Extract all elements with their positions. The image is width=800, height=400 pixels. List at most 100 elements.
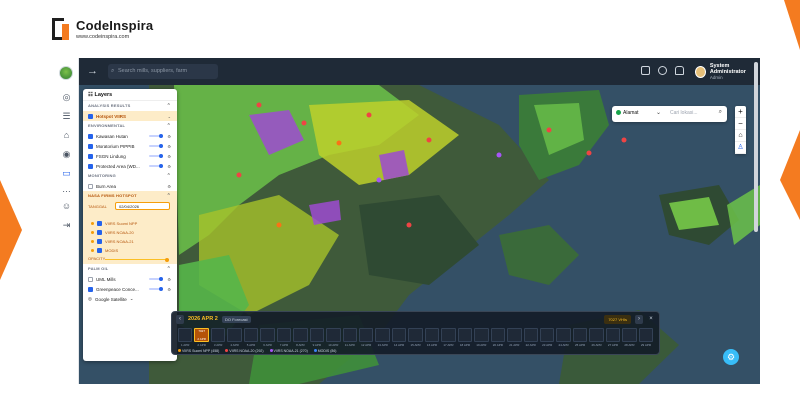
timeline-bar[interactable] — [589, 328, 604, 342]
checkbox[interactable] — [88, 183, 93, 189]
timeline-bar[interactable] — [210, 328, 226, 342]
layer-hotspot-viirs[interactable]: Hotspot VIIRS ⌄ — [83, 111, 177, 121]
timeline-bar[interactable] — [572, 328, 588, 342]
section-monitoring[interactable]: MONITORING ⌃ — [83, 171, 177, 181]
layer-env-1[interactable]: Moratorium PIPPIB ⚙ — [83, 141, 177, 151]
timeline-bar[interactable] — [293, 328, 308, 342]
factory-icon[interactable]: ⌂ — [61, 130, 72, 141]
checkbox[interactable] — [88, 286, 93, 292]
timeline-bar[interactable] — [457, 328, 473, 342]
timeline-bar[interactable] — [342, 328, 357, 342]
timeline-bar[interactable] — [605, 328, 621, 342]
layer-burn-area[interactable]: Burn Area ⚙ — [83, 181, 177, 191]
section-environmental[interactable]: ENVIRONMENTAL ⌃ — [83, 121, 177, 131]
settings-icon[interactable]: ⚙ — [167, 277, 171, 282]
layer-env-2[interactable]: FSGN Lindung ⚙ — [83, 151, 177, 161]
map-canvas[interactable]: ☷ Layers ANALYSIS RESULTS ⌃ Hotspot VIIRS… — [79, 85, 760, 384]
search-icon[interactable]: ⌕ — [719, 109, 722, 116]
timeline-bar[interactable] — [309, 328, 325, 342]
hotspot-source-1[interactable]: VIIRS NOAA-20 — [83, 228, 177, 237]
settings-icon[interactable]: ⚙ — [167, 287, 171, 292]
timeline-bar[interactable] — [375, 328, 390, 342]
opacity-slider[interactable] — [149, 277, 163, 281]
hotspot-source-2[interactable]: VIIRS NOAA-21 — [83, 237, 177, 246]
settings-icon[interactable]: ⚙ — [167, 184, 171, 189]
checkbox[interactable] — [88, 276, 93, 282]
timeline-bar[interactable] — [507, 328, 522, 342]
opacity-slider[interactable] — [149, 134, 163, 138]
timeline-bar[interactable] — [326, 328, 341, 342]
basemap-select[interactable]: ◎ Google Satellite ⌄ — [83, 294, 177, 304]
hotspot-source-3[interactable]: MODIS — [83, 246, 177, 255]
minus-icon[interactable]: − — [735, 118, 746, 130]
user-menu[interactable]: System Administrator Admin — [695, 63, 760, 80]
timeline-bar[interactable] — [260, 328, 275, 342]
place-type-select[interactable]: Alamat — [616, 110, 639, 116]
moon-icon[interactable] — [658, 66, 667, 75]
checkbox[interactable] — [88, 163, 93, 169]
close-icon[interactable]: × — [647, 315, 655, 324]
timeline-bar[interactable] — [638, 328, 654, 342]
bell-icon[interactable] — [675, 66, 684, 75]
timeline-bar[interactable] — [523, 328, 538, 342]
timeline-bar[interactable] — [539, 328, 555, 342]
logout-icon[interactable]: ⇥ — [61, 220, 72, 231]
date-input[interactable]: 02/04/2026 — [115, 202, 170, 210]
user-icon[interactable]: ☺ — [61, 201, 72, 212]
gear-icon[interactable]: ⚙ — [723, 349, 739, 365]
settings-icon[interactable]: ⚙ — [167, 154, 171, 159]
timeline-bar[interactable] — [243, 328, 259, 342]
plus-icon[interactable]: + — [735, 106, 746, 118]
checkbox[interactable] — [88, 153, 93, 159]
settings-icon[interactable]: ⚙ — [167, 164, 171, 169]
person-icon[interactable]: ♙ — [735, 142, 746, 154]
checkbox[interactable] — [97, 239, 102, 244]
next-button[interactable]: › — [635, 315, 643, 324]
checkbox[interactable] — [88, 143, 93, 149]
timeline-bar[interactable] — [358, 328, 374, 342]
section-palm-oil[interactable]: PALM OIL ⌃ — [83, 264, 177, 274]
checkbox[interactable] — [88, 133, 93, 139]
search-input[interactable]: ⌕ Search mills, suppliers, farm — [108, 64, 218, 79]
compass-icon[interactable]: ◉ — [61, 149, 72, 160]
timeline-bar[interactable]: 7027 2 APR — [194, 328, 209, 342]
timeline-bar[interactable] — [622, 328, 637, 342]
monitor-icon[interactable]: ▭ — [61, 168, 72, 179]
layer-palm-1[interactable]: Greenpeace Conce... ⚙ — [83, 284, 177, 294]
checkbox[interactable] — [97, 221, 102, 226]
timeline-bar[interactable] — [227, 328, 242, 342]
timeline-bar[interactable] — [276, 328, 292, 342]
hotspot-source-0[interactable]: VIIRS Suomi NPP — [83, 219, 177, 228]
checkbox[interactable] — [97, 248, 102, 253]
layer-palm-0[interactable]: UML Mills ⚙ — [83, 274, 177, 284]
checkbox[interactable] — [88, 113, 93, 119]
database-icon[interactable]: ☰ — [61, 111, 72, 122]
section-analysis-results[interactable]: ANALYSIS RESULTS ⌃ — [83, 101, 177, 111]
arrow-right-icon[interactable]: → — [87, 65, 98, 77]
prev-button[interactable]: ‹ — [176, 315, 184, 324]
checkbox[interactable] — [97, 230, 102, 235]
layer-env-0[interactable]: Kawasan Hutan ⚙ — [83, 131, 177, 141]
timeline-bars[interactable]: 7027 2 APR — [178, 328, 654, 342]
settings-icon[interactable]: ⚙ — [167, 144, 171, 149]
timeline-bar[interactable] — [178, 328, 193, 342]
timeline-bar[interactable] — [474, 328, 489, 342]
timeline-bar[interactable] — [556, 328, 571, 342]
more-icon[interactable]: … — [61, 184, 72, 195]
fullscreen-icon[interactable] — [641, 66, 650, 75]
scrollbar[interactable] — [754, 62, 758, 232]
timeline-bar[interactable] — [391, 328, 407, 342]
place-search-input[interactable]: Cari lokasi... — [670, 110, 698, 116]
opacity-slider[interactable] — [149, 164, 163, 168]
settings-icon[interactable]: ⚙ — [167, 134, 171, 139]
globe-icon[interactable]: ◎ — [61, 92, 72, 103]
home-icon[interactable]: ⌂ — [735, 130, 746, 142]
timeline-bar[interactable] — [408, 328, 423, 342]
opacity-slider[interactable] — [149, 144, 163, 148]
timeline-bar[interactable] — [441, 328, 456, 342]
layer-env-3[interactable]: Protected Area (WD... ⚙ — [83, 161, 177, 171]
opacity-slider[interactable] — [149, 287, 163, 291]
opacity-control[interactable]: OPACITY — [83, 255, 177, 264]
opacity-slider[interactable] — [149, 154, 163, 158]
timeline-bar[interactable] — [424, 328, 440, 342]
